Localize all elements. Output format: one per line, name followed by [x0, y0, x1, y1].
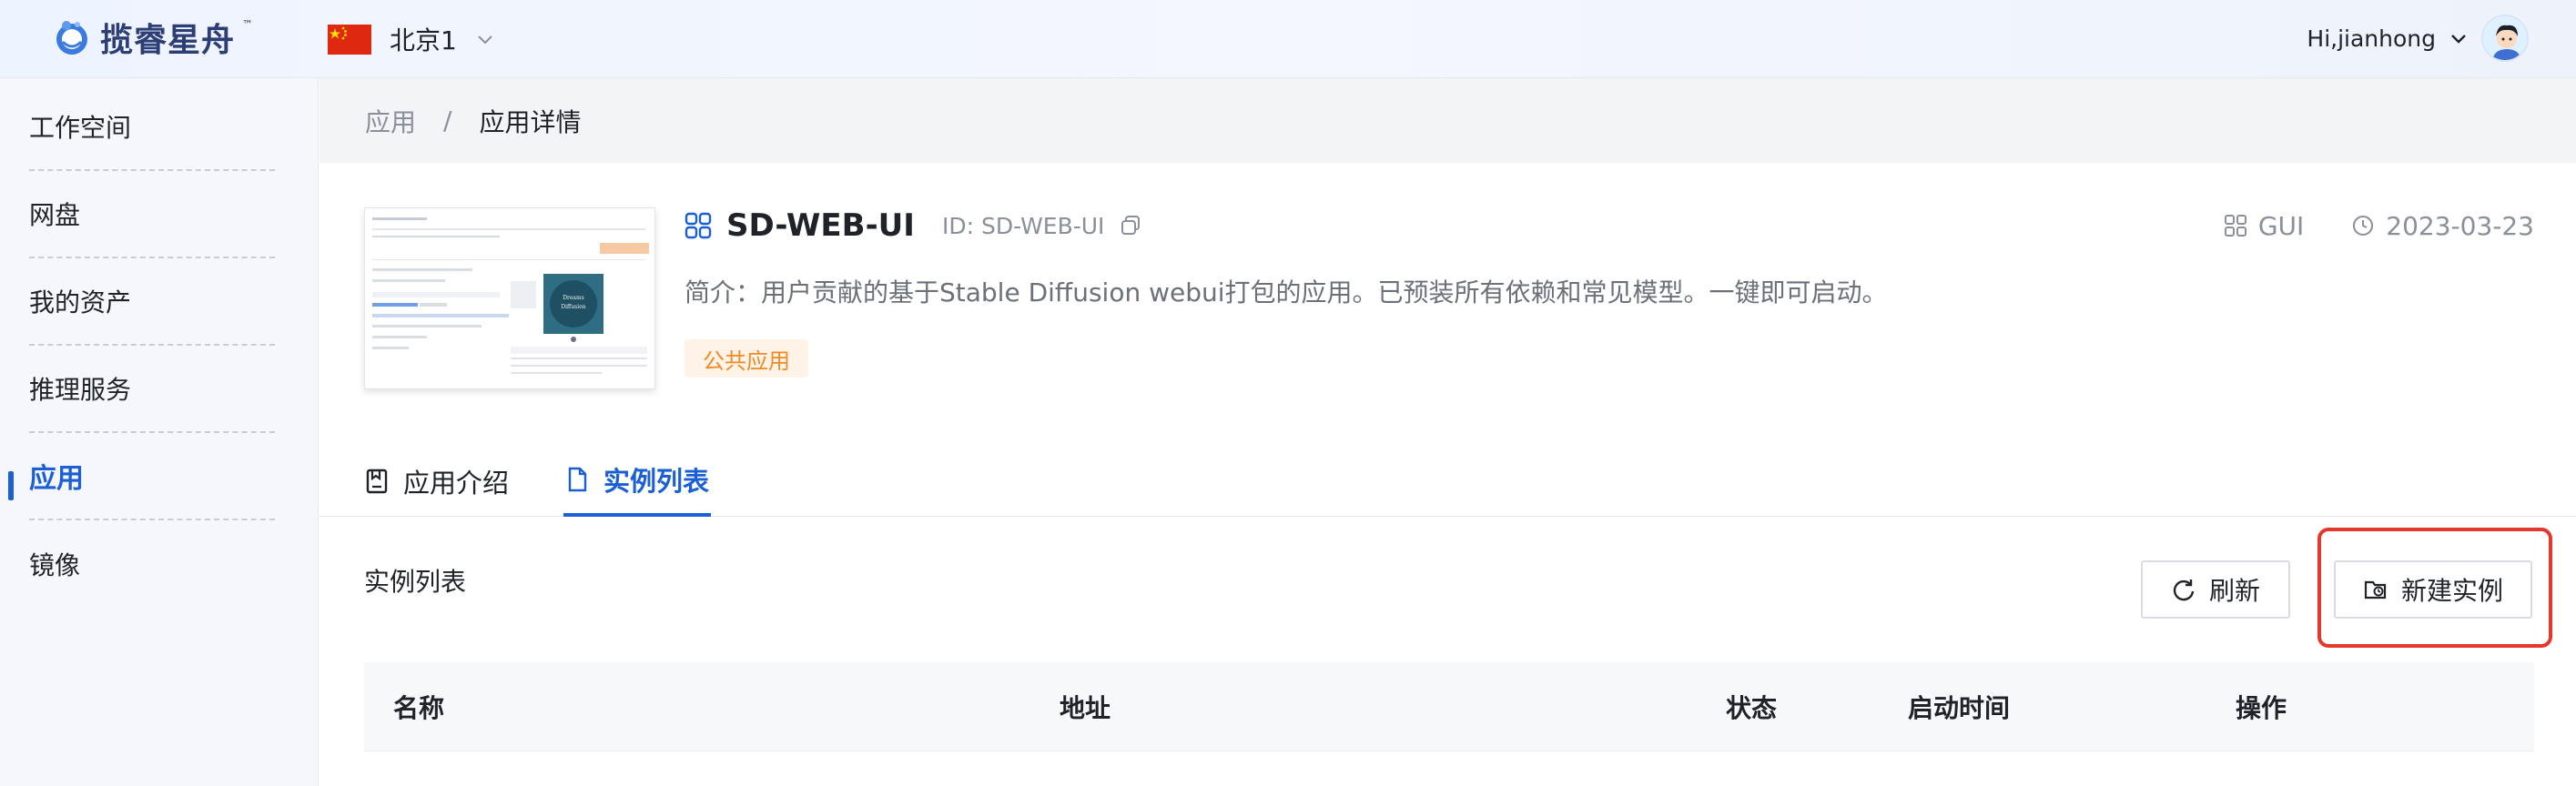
grid-icon — [2224, 215, 2246, 237]
sidebar: 工作空间 网盘 我的资产 推理服务 应用 镜像 — [0, 78, 319, 786]
active-indicator — [8, 471, 14, 500]
refresh-button[interactable]: 刷新 — [2141, 560, 2290, 619]
logo-icon — [56, 21, 87, 55]
instance-table-header: 名称 地址 状态 启动时间 操作 — [364, 662, 2534, 751]
breadcrumb: 应用 / 应用详情 — [319, 78, 2576, 163]
sidebar-item-images[interactable]: 镜像 — [29, 520, 275, 608]
sidebar-item-label: 工作空间 — [29, 113, 132, 143]
region-selector[interactable]: 北京1 — [328, 20, 495, 58]
document-icon — [366, 469, 388, 494]
logo-text: 揽睿星舟 — [100, 21, 236, 59]
column-header-name: 名称 — [393, 693, 445, 723]
logo[interactable]: 揽睿星舟 ™ — [51, 15, 253, 60]
app-grid-icon — [685, 212, 712, 239]
svg-text:Dreams: Dreams — [563, 295, 584, 301]
avatar[interactable] — [2481, 15, 2529, 62]
column-header-start-time: 启动时间 — [1908, 693, 2011, 723]
instance-list-title: 实例列表 — [364, 567, 467, 597]
user-greeting: Hi,jianhong — [2307, 25, 2436, 52]
trademark: ™ — [242, 18, 254, 31]
app-meta: GUI 2023-03-23 — [2224, 206, 2534, 246]
sidebar-item-apps[interactable]: 应用 — [29, 433, 275, 520]
tab-label: 实例列表 — [603, 466, 710, 497]
tab-bar: 应用介绍 实例列表 — [319, 446, 2576, 517]
app-name: SD-WEB-UI — [726, 207, 915, 244]
tab-label: 应用介绍 — [403, 468, 510, 499]
column-header-status: 状态 — [1726, 693, 1778, 723]
app-thumbnail: Dreams Diffusion — [364, 207, 655, 389]
sidebar-item-label: 应用 — [29, 463, 84, 495]
tab-app-intro[interactable]: 应用介绍 — [363, 446, 509, 517]
refresh-icon — [2173, 579, 2195, 601]
sidebar-item-netdisk[interactable]: 网盘 — [29, 171, 275, 258]
sidebar-item-inference[interactable]: 推理服务 — [29, 346, 275, 433]
region-name: 北京1 — [390, 25, 457, 55]
breadcrumb-current: 应用详情 — [479, 106, 582, 137]
highlight-box — [2317, 528, 2552, 648]
app-id: ID: SD-WEB-UI — [941, 212, 1105, 239]
top-bar: 揽睿星舟 ™ 北京1 Hi,jianhong — [0, 0, 2576, 78]
chevron-down-icon — [2451, 35, 2466, 44]
sidebar-item-label: 我的资产 — [29, 287, 132, 317]
sidebar-item-workspace[interactable]: 工作空间 — [29, 84, 275, 171]
chevron-down-icon — [478, 35, 492, 45]
column-header-address: 地址 — [1060, 693, 1111, 723]
sidebar-item-label: 镜像 — [29, 550, 81, 580]
user-menu[interactable]: Hi,jianhong — [2307, 15, 2529, 62]
app-type: GUI — [2257, 210, 2305, 241]
copy-icon[interactable] — [1119, 214, 1142, 237]
china-flag-icon — [328, 24, 371, 55]
svg-text:Diffusion: Diffusion — [561, 304, 585, 310]
column-header-actions: 操作 — [2236, 693, 2287, 723]
app-title-row: SD-WEB-UI ID: SD-WEB-UI — [685, 204, 1142, 247]
public-app-tag: 公共应用 — [685, 339, 808, 378]
breadcrumb-separator: / — [443, 106, 452, 136]
file-icon — [568, 467, 587, 492]
sidebar-item-label: 推理服务 — [29, 375, 132, 405]
refresh-label: 刷新 — [2208, 576, 2260, 606]
tab-instance-list[interactable]: 实例列表 — [563, 446, 712, 517]
breadcrumb-apps-link[interactable]: 应用 — [365, 103, 416, 139]
app-date: 2023-03-23 — [2386, 210, 2534, 241]
app-description: 简介：用户贡献的基于Stable Diffusion webui打包的应用。已预… — [685, 277, 1888, 307]
sidebar-item-label: 网盘 — [29, 200, 81, 230]
sidebar-item-my-assets[interactable]: 我的资产 — [29, 258, 275, 346]
clock-icon — [2353, 216, 2374, 236]
